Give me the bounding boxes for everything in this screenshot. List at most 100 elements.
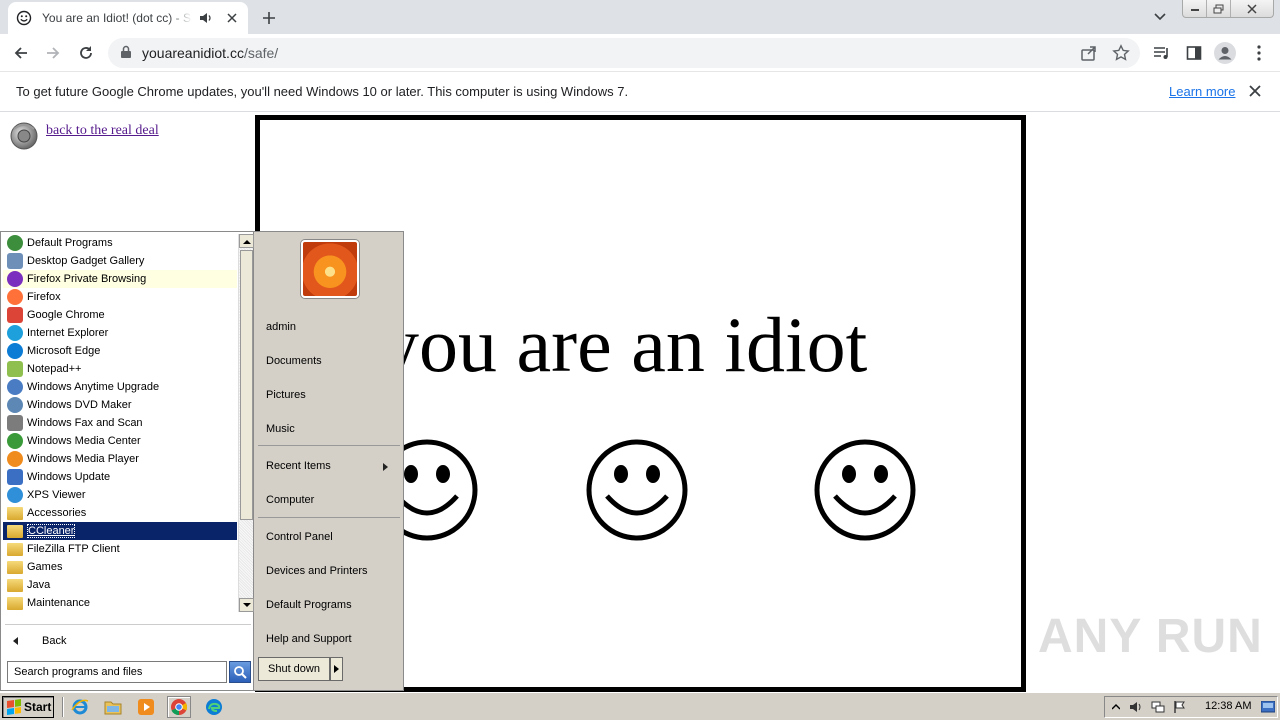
taskbar: Start 12:38 AM [0, 692, 1280, 720]
reload-icon[interactable] [75, 42, 97, 64]
program-icon [7, 415, 23, 431]
program-icon [7, 487, 23, 503]
more-menu-icon[interactable] [1248, 42, 1270, 64]
clock[interactable]: 12:38 AM [1205, 700, 1251, 712]
program-icon [7, 343, 23, 359]
speaker-icon[interactable] [198, 10, 214, 26]
side-panel-icon[interactable] [1183, 42, 1205, 64]
chrome-icon[interactable] [167, 696, 191, 718]
back-arrow-icon[interactable] [10, 42, 32, 64]
program-label: Windows Update [27, 471, 111, 483]
program-item[interactable]: Windows DVD Maker [3, 396, 237, 414]
url-text[interactable]: youareanidiot.cc/safe/ [142, 45, 278, 61]
program-item[interactable]: Windows Anytime Upgrade [3, 378, 237, 396]
start-menu-programs-pane: Default Programs Desktop Gadget Gallery Fi… [0, 231, 254, 691]
smiley-icon [16, 10, 32, 26]
program-item[interactable]: CCleaner [3, 522, 237, 540]
program-item[interactable]: Firefox Private Browsing [3, 270, 237, 288]
program-item[interactable]: Windows Media Center [3, 432, 237, 450]
user-avatar[interactable] [301, 240, 359, 298]
profile-avatar-icon[interactable] [1214, 42, 1236, 64]
folder-icon [7, 596, 23, 610]
chevron-down-icon[interactable] [1150, 8, 1170, 26]
program-item[interactable]: Java [3, 576, 237, 594]
program-item[interactable]: Games [3, 558, 237, 576]
program-icon [7, 397, 23, 413]
program-list-scrollbar[interactable] [238, 234, 254, 612]
menu-item-control-panel[interactable]: Control Panel [266, 531, 333, 543]
infobar-message: To get future Google Chrome updates, you… [16, 84, 629, 99]
back-button[interactable]: Back [9, 632, 66, 650]
minimize-icon[interactable] [1183, 0, 1207, 17]
program-item[interactable]: Internet Explorer [3, 324, 237, 342]
divider [258, 445, 400, 446]
program-label: XPS Viewer [27, 489, 86, 501]
address-bar[interactable]: youareanidiot.cc/safe/ [108, 38, 1140, 68]
system-tray: 12:38 AM [1104, 696, 1278, 718]
program-item[interactable]: XPS Viewer [3, 486, 237, 504]
action-center-flag-icon[interactable] [1173, 700, 1187, 714]
program-item[interactable]: Default Programs [3, 234, 237, 252]
program-item[interactable]: Maintenance [3, 594, 237, 612]
ie-icon[interactable] [71, 698, 89, 716]
menu-item-recent-items[interactable]: Recent Items [266, 460, 396, 472]
close-window-icon[interactable] [1231, 0, 1273, 17]
program-item[interactable]: Desktop Gadget Gallery [3, 252, 237, 270]
divider [5, 624, 251, 625]
program-list: Default Programs Desktop Gadget Gallery Fi… [3, 234, 237, 614]
scroll-thumb[interactable] [240, 250, 253, 520]
smiley-face-icon [814, 439, 916, 541]
tab-youareanidiot[interactable]: You are an Idiot! (dot cc) - Safe [8, 2, 248, 34]
close-icon[interactable] [1248, 84, 1264, 100]
shutdown-button[interactable]: Shut down [258, 657, 330, 681]
shutdown-options-icon[interactable] [330, 657, 343, 681]
menu-item-documents[interactable]: Documents [266, 355, 322, 367]
program-item[interactable]: FileZilla FTP Client [3, 540, 237, 558]
restore-icon[interactable] [1207, 0, 1231, 17]
program-item[interactable]: Google Chrome [3, 306, 237, 324]
menu-item-admin[interactable]: admin [266, 321, 296, 333]
program-icon [7, 325, 23, 341]
share-icon[interactable] [1080, 44, 1098, 62]
program-icon [7, 235, 23, 251]
menu-item-help-support[interactable]: Help and Support [266, 633, 352, 645]
program-item[interactable]: Microsoft Edge [3, 342, 237, 360]
search-programs-input[interactable]: Search programs and files [7, 661, 227, 683]
plus-icon[interactable] [258, 7, 280, 29]
media-control-icon[interactable] [1151, 42, 1173, 64]
program-item[interactable]: Windows Fax and Scan [3, 414, 237, 432]
back-to-real-deal-link[interactable]: back to the real deal [46, 123, 159, 139]
start-button[interactable]: Start [2, 696, 54, 718]
explorer-icon[interactable] [104, 698, 122, 716]
divider [258, 517, 400, 518]
program-item[interactable]: Accessories [3, 504, 237, 522]
network-icon[interactable] [1151, 700, 1165, 714]
program-item[interactable]: Windows Media Player [3, 450, 237, 468]
media-player-icon[interactable] [137, 698, 155, 716]
menu-item-music[interactable]: Music [266, 423, 295, 435]
program-item[interactable]: Notepad++ [3, 360, 237, 378]
bookmark-star-icon[interactable] [1112, 44, 1130, 62]
learn-more-link[interactable]: Learn more [1169, 84, 1235, 99]
program-label: Microsoft Edge [27, 345, 101, 357]
scroll-down-icon[interactable] [239, 598, 254, 612]
menu-item-default-programs[interactable]: Default Programs [266, 599, 352, 611]
scroll-up-icon[interactable] [239, 234, 254, 248]
volume-icon[interactable] [1129, 700, 1143, 714]
program-label: Default Programs [27, 237, 113, 249]
close-tab-icon[interactable] [224, 10, 240, 26]
show-desktop-icon[interactable] [1261, 700, 1275, 714]
smiley-face-icon [586, 439, 688, 541]
back-triangle-icon [13, 637, 18, 645]
edge-icon[interactable] [205, 698, 223, 716]
forward-arrow-icon[interactable] [42, 42, 64, 64]
menu-item-computer[interactable]: Computer [266, 494, 314, 506]
program-label: Firefox Private Browsing [27, 273, 147, 285]
menu-item-devices-printers[interactable]: Devices and Printers [266, 565, 368, 577]
menu-item-pictures[interactable]: Pictures [266, 389, 306, 401]
lock-icon[interactable] [120, 45, 134, 61]
program-item[interactable]: Windows Update [3, 468, 237, 486]
show-hidden-icons-icon[interactable] [1109, 700, 1123, 714]
program-item[interactable]: Firefox [3, 288, 237, 306]
search-icon[interactable] [229, 661, 251, 683]
